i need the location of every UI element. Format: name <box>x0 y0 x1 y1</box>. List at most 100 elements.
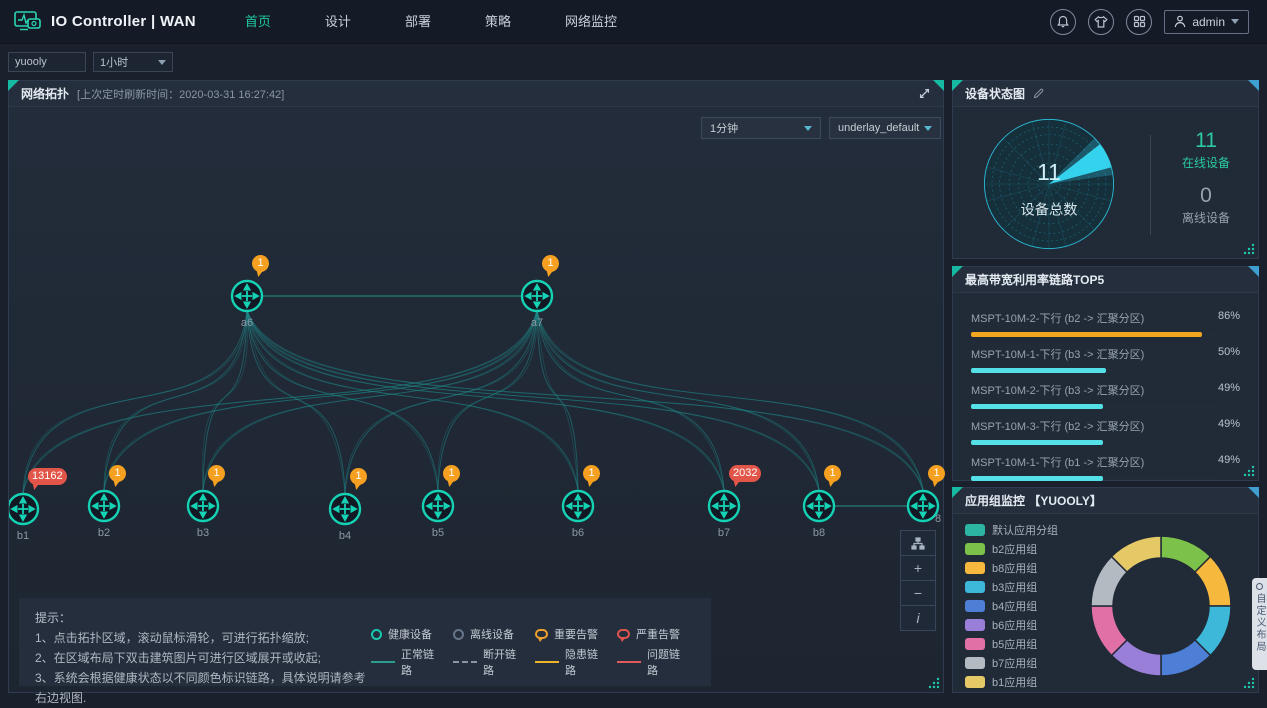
device-status-radar-chart: 11 设备总数 <box>969 108 1129 260</box>
normal-link-icon <box>371 661 395 663</box>
legend-swatch <box>965 638 985 650</box>
top5-row[interactable]: MSPT-10M-1-下行 (b3 -> 汇聚分区)50% <box>971 346 1240 373</box>
nav-item-deploy[interactable]: 部署 <box>378 0 458 44</box>
utilization-bar <box>971 404 1103 409</box>
app-group-label: b6应用组 <box>992 617 1037 633</box>
top5-row[interactable]: MSPT-10M-2-下行 (b2 -> 汇聚分区)86% <box>971 310 1240 337</box>
user-name: admin <box>1192 15 1225 29</box>
nav-item-home[interactable]: 首页 <box>218 0 298 44</box>
custom-layout-label: 自定义布局 <box>1252 593 1267 653</box>
app-group-legend-item[interactable]: b8应用组 <box>965 558 1071 577</box>
nav-item-monitor[interactable]: 网络监控 <box>538 0 644 44</box>
link-label: MSPT-10M-2-下行 (b3 -> 汇聚分区) <box>971 382 1144 398</box>
custom-layout-tab[interactable]: 自定义布局 <box>1252 578 1267 670</box>
app-group-label: b1应用组 <box>992 674 1037 690</box>
resize-handle[interactable] <box>1243 677 1255 689</box>
top5-row[interactable]: MSPT-10M-2-下行 (b3 -> 汇聚分区)49% <box>971 382 1240 409</box>
alarm-badge[interactable]: 13162 <box>28 468 67 485</box>
top5-row[interactable]: MSPT-10M-1-下行 (b1 -> 汇聚分区)49% <box>971 454 1240 481</box>
app-group-legend-item[interactable]: b1应用组 <box>965 672 1071 691</box>
nav-item-design[interactable]: 设计 <box>298 0 378 44</box>
healthy-device-icon <box>371 629 382 640</box>
corner-accent <box>952 487 963 498</box>
legend-swatch <box>965 581 985 593</box>
corner-accent <box>8 80 19 91</box>
hints-box: 提示： 1、点击拓扑区域，滚动鼠标滑轮，可进行拓扑缩放; 2、在区域布局下双击建… <box>19 598 711 686</box>
time-range-select[interactable]: 1小时 <box>93 52 173 72</box>
app-group-legend-item[interactable]: b3应用组 <box>965 577 1071 596</box>
alarm-badge[interactable]: 1 <box>542 255 559 272</box>
chevron-down-icon <box>804 126 812 131</box>
layer-select[interactable]: underlay_default <box>829 117 941 139</box>
edit-icon[interactable] <box>1033 88 1044 99</box>
corner-accent <box>933 80 944 91</box>
alarm-badge[interactable]: 1 <box>928 465 945 482</box>
zoom-out-button[interactable]: − <box>900 580 936 606</box>
utilization-bar <box>971 368 1106 373</box>
chevron-down-icon <box>924 126 932 131</box>
time-range-value: 1小时 <box>100 54 128 70</box>
topology-legend: 健康设备 离线设备 重要告警 严重告警 正常链路 断开链路 隐患链路 问题链路 <box>371 598 689 686</box>
chevron-down-icon <box>158 60 166 65</box>
interval-select[interactable]: 1分钟 <box>701 117 821 139</box>
app-groups-legend: 默认应用分组 b2应用组 b8应用组 b3应用组 b4应用组 b6应用组 b5应… <box>953 514 1071 692</box>
resize-handle[interactable] <box>1243 465 1255 477</box>
apps-grid-icon[interactable] <box>1126 9 1152 35</box>
alarm-badge[interactable]: 1 <box>252 255 269 272</box>
alarm-badge[interactable]: 1 <box>208 465 225 482</box>
utilization-bar <box>971 332 1202 337</box>
user-menu[interactable]: admin <box>1164 10 1249 34</box>
layer-value: underlay_default <box>838 122 919 134</box>
alarm-badge[interactable]: 1 <box>109 465 126 482</box>
app-group-legend-item[interactable]: b5应用组 <box>965 634 1071 653</box>
topology-title: 网络拓扑 <box>21 85 69 102</box>
info-button[interactable]: i <box>900 605 936 631</box>
topology-controls: + − i <box>900 531 936 631</box>
app-group-legend-item[interactable]: b2应用组 <box>965 539 1071 558</box>
legend-swatch <box>965 657 985 669</box>
app-group-legend-item[interactable]: b6应用组 <box>965 615 1071 634</box>
legend-swatch <box>965 619 985 631</box>
expand-icon[interactable] <box>918 87 931 100</box>
bell-icon[interactable] <box>1050 9 1076 35</box>
alarm-badge[interactable]: 1 <box>350 468 367 485</box>
link-utilization: 49% <box>1218 454 1240 470</box>
utilization-bar <box>971 476 1103 481</box>
offline-count: 0 <box>1160 184 1252 208</box>
app-group-legend-item[interactable]: 默认应用分组 <box>965 520 1071 539</box>
alarm-badge[interactable]: 2032 <box>729 465 761 482</box>
online-count: 11 <box>1160 129 1252 153</box>
problem-link-icon <box>617 661 641 663</box>
theme-icon[interactable] <box>1088 9 1114 35</box>
fit-view-button[interactable] <box>900 530 936 556</box>
alarm-badge[interactable]: 1 <box>443 465 460 482</box>
brand: IO Controller | WAN <box>14 11 196 32</box>
app-group-legend-item[interactable]: b4应用组 <box>965 596 1071 615</box>
top5-row[interactable]: MSPT-10M-3-下行 (b2 -> 汇聚分区)49% <box>971 418 1240 445</box>
legend-label: 健康设备 <box>388 626 432 642</box>
legend-swatch <box>965 543 985 555</box>
resize-handle[interactable] <box>928 677 940 689</box>
divider <box>1150 135 1151 235</box>
critical-alarm-icon <box>617 629 630 639</box>
app-groups-donut-chart <box>1071 516 1251 696</box>
app-group-label: b2应用组 <box>992 541 1037 557</box>
zoom-in-button[interactable]: + <box>900 555 936 581</box>
branch-input[interactable] <box>8 52 86 72</box>
hints-title: 提示： <box>35 608 371 628</box>
resize-handle[interactable] <box>1243 243 1255 255</box>
topology-panel: 网络拓扑 [上次定时刷新时间：2020-03-31 16:27:42] 1分钟 … <box>8 80 944 693</box>
app-group-label: b5应用组 <box>992 636 1037 652</box>
device-total-value: 11 <box>1037 159 1061 185</box>
alarm-badge[interactable]: 1 <box>824 465 841 482</box>
nav-item-policy[interactable]: 策略 <box>458 0 538 44</box>
legend-swatch <box>965 562 985 574</box>
app-groups-title: 应用组监控 【YUOOLY】 <box>965 492 1102 509</box>
offline-label: 离线设备 <box>1160 209 1252 226</box>
corner-accent <box>1248 80 1259 91</box>
alarm-badge[interactable]: 1 <box>583 465 600 482</box>
app-group-legend-item[interactable]: b7应用组 <box>965 653 1071 672</box>
gear-icon <box>1256 583 1263 590</box>
device-status-title: 设备状态图 <box>965 85 1025 102</box>
hint-line: 1、点击拓扑区域，滚动鼠标滑轮，可进行拓扑缩放; <box>35 628 371 648</box>
